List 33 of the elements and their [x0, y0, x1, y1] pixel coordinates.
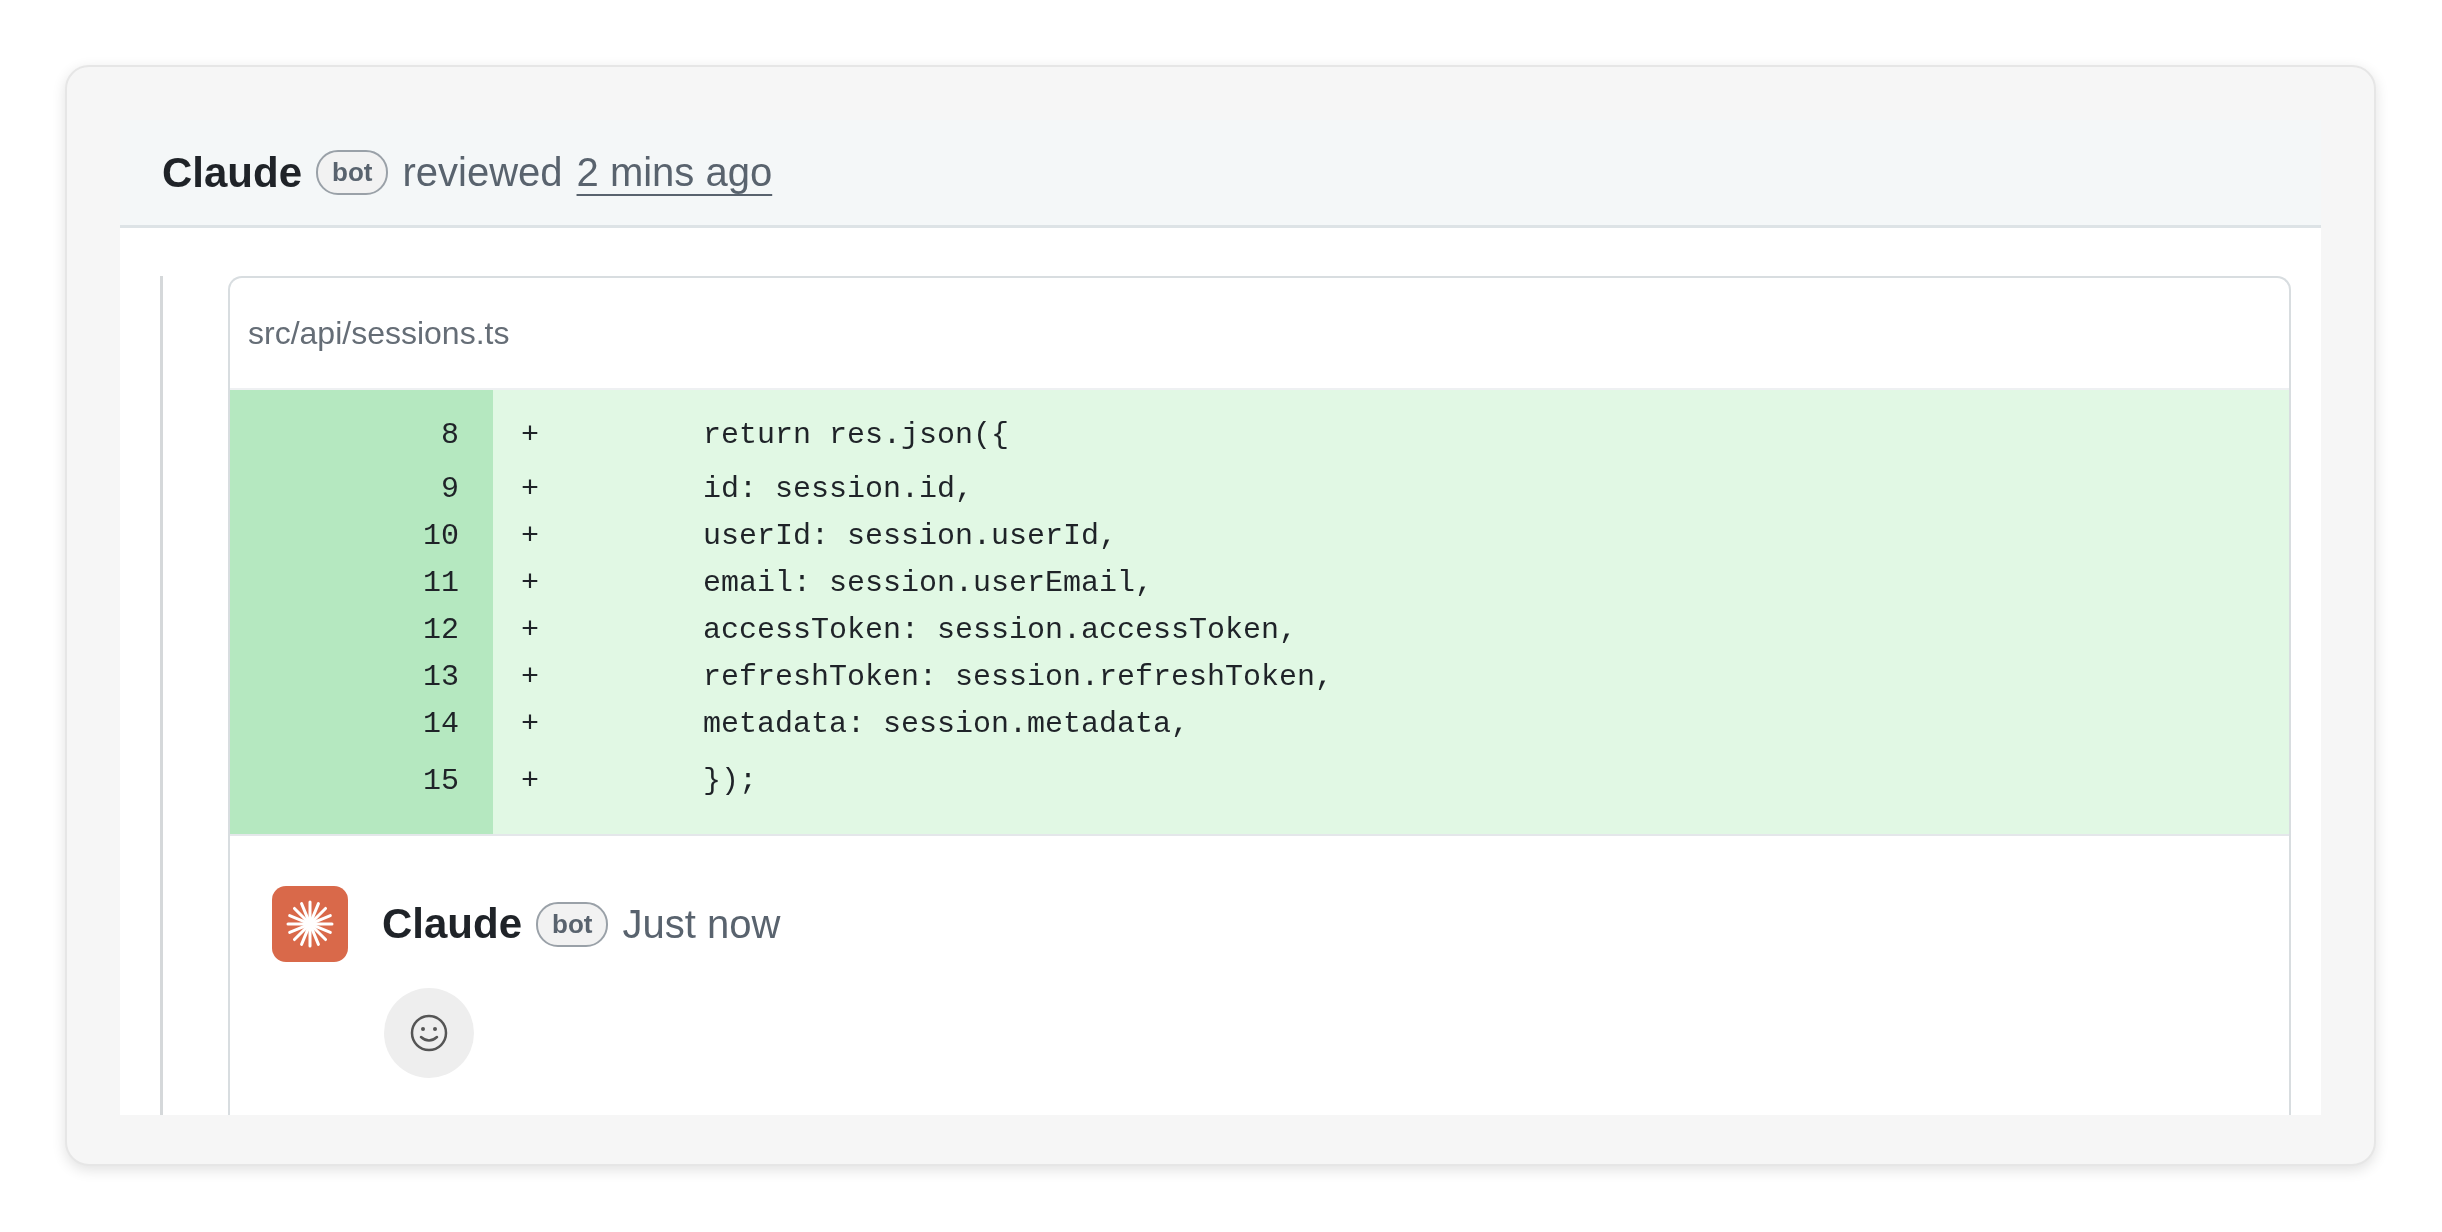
code-line: userId: session.userId,: [703, 518, 1118, 553]
avatar-icon: [272, 886, 348, 962]
diff-marker: +: [521, 565, 540, 600]
author-name: Claude: [382, 900, 523, 948]
diff-marker: +: [521, 763, 540, 798]
diff-marker: +: [521, 417, 540, 452]
line-number: 14: [422, 705, 460, 743]
line-number: 10: [422, 517, 460, 555]
diff-marker: +: [521, 612, 540, 647]
code-line: return res.json({: [703, 417, 1010, 452]
diff-marker: +: [521, 706, 540, 741]
line-number: 8: [440, 416, 460, 454]
line-number: 11: [422, 564, 460, 602]
code-line: metadata: session.metadata,: [703, 706, 1190, 741]
diff-marker: +: [521, 471, 540, 506]
timestamp-link[interactable]: 2 mins ago: [576, 150, 773, 195]
code-line: id: session.id,: [703, 471, 974, 506]
diff-marker: +: [521, 659, 540, 694]
line-number: 12: [422, 611, 460, 649]
code-line: refreshToken: session.refreshToken,: [703, 659, 1334, 694]
author-name: Claude: [162, 148, 303, 197]
code-line: email: session.userEmail,: [703, 565, 1154, 600]
line-number: 13: [422, 658, 460, 696]
line-number: 15: [422, 762, 460, 800]
review-action: reviewed: [402, 150, 563, 195]
bot-badge: bot: [536, 901, 609, 947]
comment-time: Just now: [622, 901, 781, 947]
line-number: 9: [440, 470, 460, 508]
diff-marker: +: [521, 518, 540, 553]
code-line: });: [703, 763, 757, 798]
bot-badge: bot: [316, 150, 389, 195]
smiley-icon: [409, 1013, 449, 1053]
code-line: accessToken: session.accessToken,: [703, 612, 1298, 647]
